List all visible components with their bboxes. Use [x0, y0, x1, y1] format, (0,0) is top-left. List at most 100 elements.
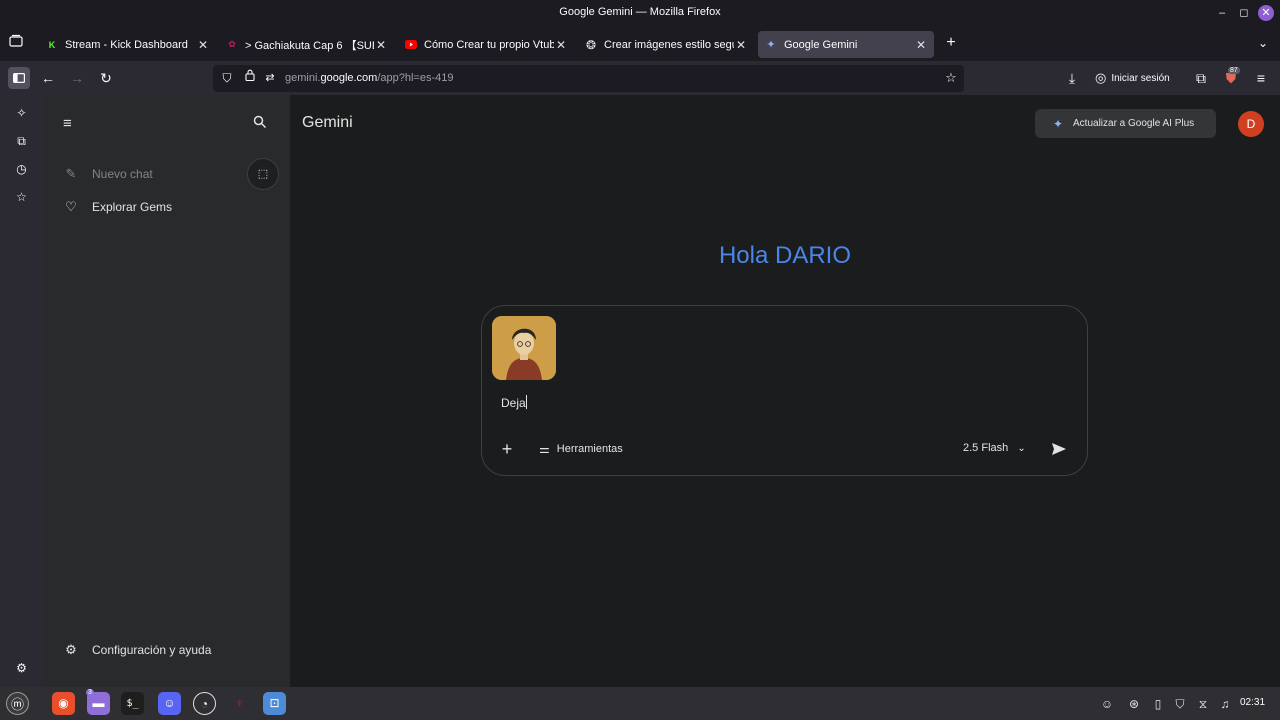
prompt-text: Deja — [501, 396, 526, 410]
youtube-icon — [404, 38, 418, 52]
bookmark-star-icon[interactable]: ☆ — [942, 69, 960, 87]
url-text: gemini.google.com/app?hl=es-419 — [285, 72, 454, 84]
start-menu-icon[interactable]: ⓜ — [6, 692, 29, 715]
bookmarks-icon[interactable]: ☆ — [13, 189, 30, 206]
chevron-down-icon: ⌄ — [1017, 443, 1026, 454]
list-all-tabs-icon[interactable]: ⌄ — [1254, 34, 1272, 52]
files-badge: 3 — [86, 689, 94, 696]
openai-icon: ❂ — [585, 37, 597, 52]
tab-label: Google Gemini — [784, 38, 858, 51]
permissions-icon[interactable]: ⇄ — [261, 69, 279, 87]
url-bar[interactable]: ⛉ ⇄ gemini.google.com/app?hl=es-419 ☆ — [213, 65, 964, 92]
reload-icon[interactable]: ↻ — [97, 69, 115, 87]
discord-app-icon[interactable]: ☺ — [158, 692, 181, 715]
steam-tray-icon[interactable]: ⊛ — [1126, 696, 1142, 712]
account-icon: ◎ — [1095, 70, 1107, 85]
tools-button[interactable]: ⚌ Herramientas — [539, 442, 623, 456]
downloads-icon[interactable]: ⤓ — [1063, 69, 1081, 87]
app-title[interactable]: Gemini — [302, 114, 353, 132]
gemini-app: ≡ ✎ Nuevo chat ⬚ ♡ Explorar Gems ⚙ Confi… — [43, 95, 1280, 687]
tab-close-icon[interactable]: ✕ — [914, 38, 928, 52]
model-label: 2.5 Flash — [963, 442, 1009, 454]
avatar[interactable]: D — [1238, 111, 1264, 137]
tab-kick[interactable]: K Stream - Kick Dashboard ✕ — [40, 31, 210, 58]
kick-icon: K — [48, 39, 56, 50]
close-window-icon[interactable]: ✕ — [1258, 5, 1274, 21]
settings-help-button[interactable]: ⚙ Configuración y ayuda — [63, 640, 211, 660]
settings-label: Configuración y ayuda — [92, 643, 212, 657]
maximize-icon[interactable]: ◻ — [1236, 5, 1252, 21]
tab-close-icon[interactable]: ✕ — [196, 38, 210, 52]
main-menu-icon[interactable]: ≡ — [63, 115, 72, 132]
settings-gear-icon: ⚙ — [65, 642, 77, 657]
terminal-app-icon[interactable]: $_ — [121, 692, 144, 715]
new-tab-icon[interactable]: + — [942, 34, 960, 52]
upgrade-label: Actualizar a Google AI Plus — [1073, 118, 1195, 129]
attached-image-thumbnail[interactable] — [492, 316, 556, 380]
vtuber-app-icon[interactable]: ♆ — [228, 692, 251, 715]
firefox-app-icon[interactable]: ◉ — [52, 692, 75, 715]
text-caret — [525, 395, 527, 409]
tab-close-icon[interactable]: ✕ — [734, 38, 748, 52]
tab-label: Cómo Crear tu propio Vtub — [424, 38, 554, 51]
upgrade-button[interactable]: ✦ Actualizar a Google AI Plus — [1035, 109, 1216, 138]
tools-label: Herramientas — [556, 443, 623, 455]
obs-app-icon[interactable]: ◔ — [193, 692, 216, 715]
explore-gems-button[interactable]: ♡ Explorar Gems — [63, 197, 172, 217]
send-button[interactable] — [1046, 437, 1072, 463]
tab-label: Crear imágenes estilo segur — [604, 38, 734, 51]
sound-tray-icon[interactable]: ♫ — [1217, 696, 1233, 712]
tab-close-icon[interactable]: ✕ — [374, 38, 388, 52]
navigation-bar: ← → ↻ ⛉ ⇄ gemini.google.com/app?hl=es-41… — [0, 61, 1280, 95]
security-tray-icon[interactable]: ⛉ — [1172, 696, 1188, 712]
prompt-composer[interactable]: Deja + ⚌ Herramientas 2.5 Flash ⌄ — [481, 305, 1088, 476]
extensions-icon[interactable]: ⧉ — [1192, 69, 1210, 87]
window-titlebar: Google Gemini — Mozilla Firefox – ◻ ✕ — [0, 0, 1280, 27]
tab-gemini[interactable]: ✦ Google Gemini ✕ — [758, 31, 934, 58]
tab-youtube[interactable]: Cómo Crear tu propio Vtub ✕ — [400, 31, 568, 58]
tab-label: > Gachiakuta Cap 6 【SUB E — [245, 39, 374, 52]
clock[interactable]: 02:31 — [1240, 697, 1265, 708]
tracking-shield-icon[interactable]: ⛉ — [218, 69, 236, 87]
tab-crear-imagenes[interactable]: ❂ Crear imágenes estilo segur ✕ — [580, 31, 748, 58]
history-icon[interactable]: ◷ — [13, 161, 30, 178]
firefox-sidebar: ✧ ⧉ ◷ ☆ ⚙ — [0, 95, 43, 687]
tab-bar: K Stream - Kick Dashboard ✕ ✿ > Gachiaku… — [0, 27, 1280, 61]
customize-sidebar-icon[interactable]: ⚙ — [13, 660, 30, 677]
model-selector[interactable]: 2.5 Flash ⌄ — [963, 442, 1026, 454]
tab-gachiakuta[interactable]: ✿ > Gachiakuta Cap 6 【SUB E ✕ — [222, 31, 388, 58]
ai-chatbot-icon[interactable]: ✧ — [13, 105, 30, 122]
search-icon[interactable] — [253, 115, 269, 131]
tab-close-icon[interactable]: ✕ — [554, 38, 568, 52]
tools-sliders-icon: ⚌ — [539, 442, 550, 456]
sidebar-toggle-icon[interactable] — [8, 67, 30, 89]
network-tray-icon[interactable]: ⧖ — [1195, 696, 1211, 712]
new-chat-button[interactable]: ✎ Nuevo chat — [63, 164, 153, 184]
minimize-icon[interactable]: – — [1214, 5, 1230, 21]
add-attachment-icon[interactable]: + — [498, 439, 516, 460]
discord-tray-icon[interactable]: ☺ — [1099, 696, 1115, 712]
back-icon[interactable]: ← — [39, 69, 57, 87]
prompt-input[interactable]: Deja — [501, 395, 527, 410]
send-icon — [1052, 443, 1066, 455]
forward-icon[interactable]: → — [68, 69, 86, 87]
temporary-chat-icon[interactable]: ⬚ — [247, 158, 279, 190]
clipboard-tray-icon[interactable]: ▯ — [1150, 696, 1166, 712]
sparkle-icon: ✦ — [1053, 117, 1064, 131]
signin-button[interactable]: ◎ Iniciar sesión — [1095, 70, 1170, 86]
synced-tabs-icon[interactable]: ⧉ — [13, 133, 30, 150]
greeting-heading: Hola DARIO — [718, 242, 852, 269]
new-chat-label: Nuevo chat — [92, 167, 153, 181]
signin-label: Iniciar sesión — [1111, 72, 1170, 84]
gemini-icon: ✦ — [766, 39, 776, 51]
edit-icon: ✎ — [65, 166, 77, 181]
gem-heart-icon: ♡ — [65, 199, 77, 214]
extension-badge: 87 — [1228, 67, 1240, 74]
lock-icon[interactable] — [241, 69, 259, 87]
screenshot-app-icon[interactable]: ⊡ — [263, 692, 286, 715]
anime-site-icon: ✿ — [228, 39, 236, 49]
taskbar: ⓜ ◉ ▬ 3 $_ ☺ ◔ ♆ ⊡ ☺ ⊛ ▯ ⛉ ⧖ ♫ 02:31 — [0, 687, 1280, 720]
tab-overview-icon[interactable] — [7, 34, 25, 52]
menu-icon[interactable]: ≡ — [1252, 69, 1270, 87]
gemini-sidebar: ≡ ✎ Nuevo chat ⬚ ♡ Explorar Gems ⚙ Confi… — [43, 95, 290, 687]
